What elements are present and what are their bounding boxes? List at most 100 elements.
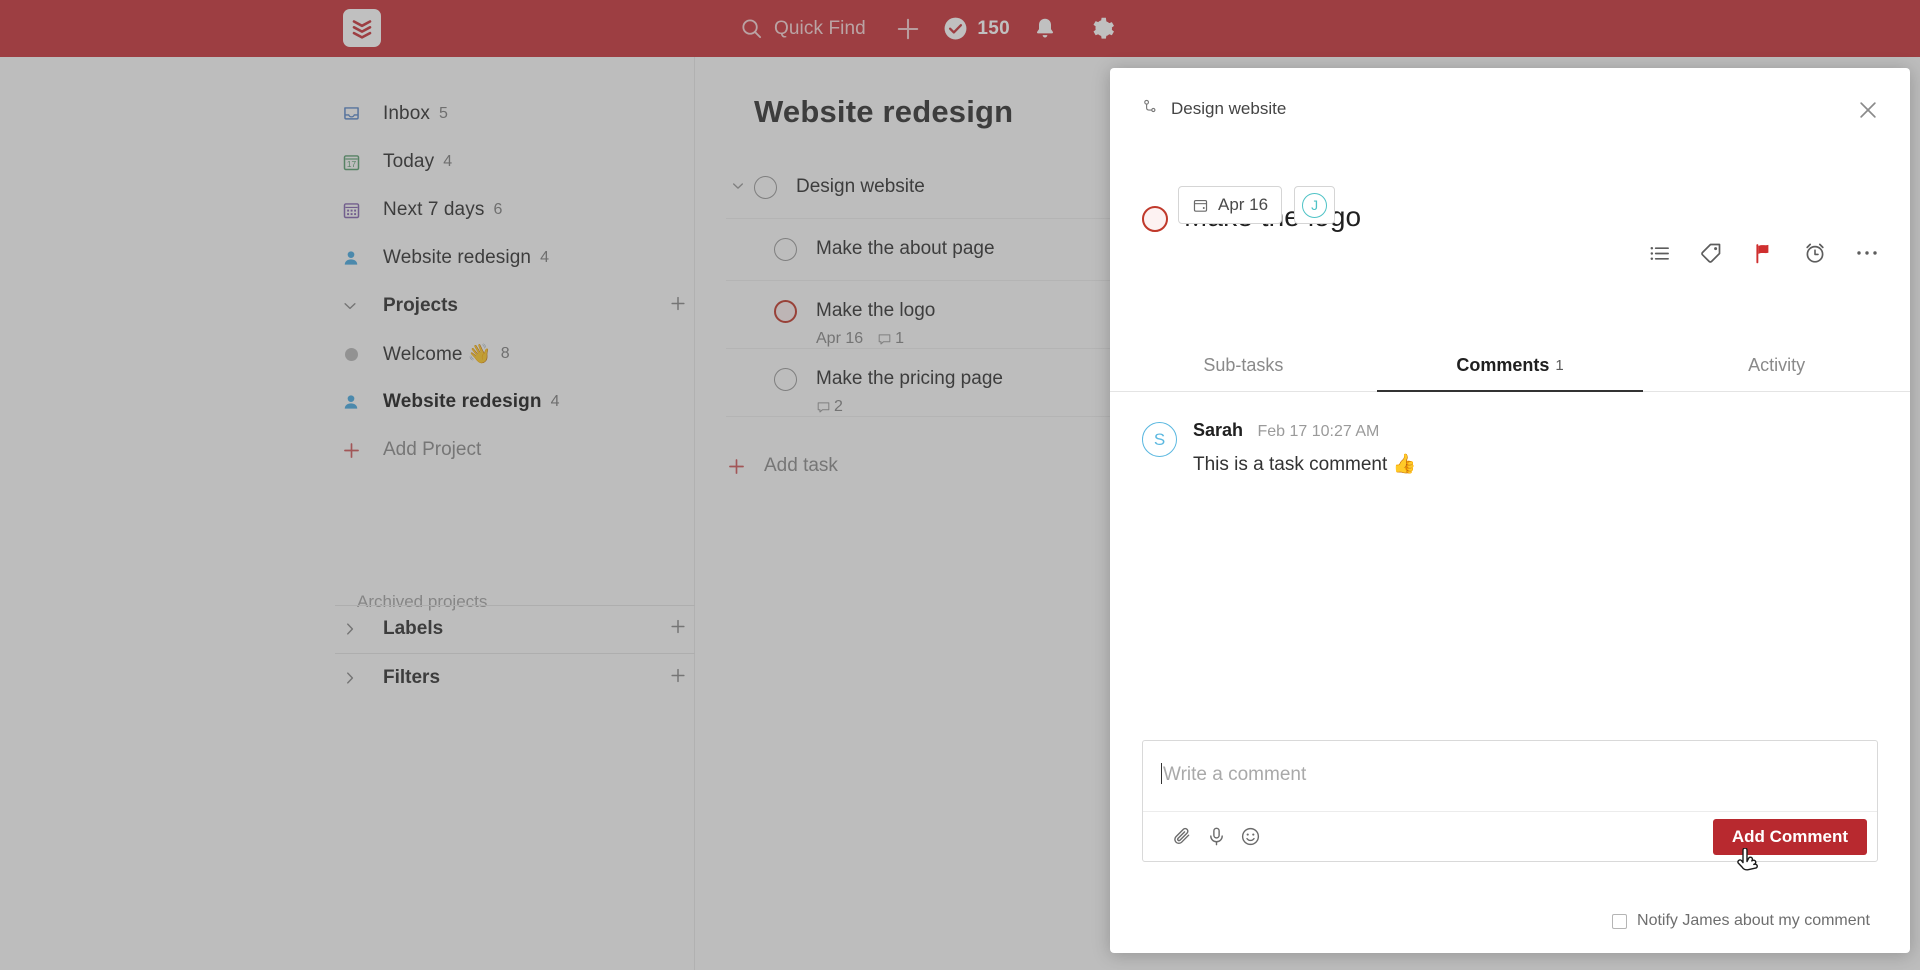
comment-text: This is a task comment 👍 (1193, 454, 1417, 475)
add-project-button[interactable]: Add Project (335, 426, 695, 474)
project-dot-icon (341, 342, 371, 366)
close-icon[interactable] (1853, 95, 1883, 125)
sidebar-item-website-redesign-shared[interactable]: Website redesign 4 (335, 234, 695, 282)
todoist-logo[interactable] (343, 9, 381, 47)
sidebar-section-title-projects: Projects (383, 295, 458, 316)
chevron-right-icon (341, 620, 371, 638)
sidebar-section-filters[interactable]: Filters (335, 654, 695, 702)
more-ellipsis-icon[interactable] (1854, 240, 1880, 266)
flag-icon[interactable] (1750, 240, 1776, 266)
tag-icon[interactable] (1698, 240, 1724, 266)
tab-label-comments: Comments (1456, 355, 1550, 375)
inbox-icon (341, 102, 371, 126)
sidebar-section-projects[interactable]: Projects (335, 282, 695, 330)
task-name: Make the pricing page (816, 368, 1003, 389)
calendar-icon (1193, 199, 1208, 212)
tab-activity[interactable]: Activity (1643, 340, 1910, 391)
sidebar: Inbox 5 17 Today 4 Next 7 days 6 Website… (0, 57, 695, 970)
sidebar-item-today[interactable]: 17 Today 4 (335, 138, 695, 186)
comment-icon (878, 333, 891, 344)
paperclip-icon[interactable] (1165, 820, 1199, 854)
chevron-down-icon (341, 297, 371, 315)
microphone-icon[interactable] (1199, 820, 1233, 854)
task-checkbox[interactable] (754, 176, 777, 199)
sub-task-list-icon[interactable] (1646, 240, 1672, 266)
breadcrumb[interactable]: Design website (1142, 98, 1286, 120)
sidebar-item-inbox[interactable]: Inbox 5 (335, 90, 695, 138)
sidebar-label-website-redesign: Website redesign (383, 391, 542, 412)
chevron-down-icon[interactable] (726, 178, 750, 194)
person-icon (341, 246, 371, 270)
todoist-logo-icon (352, 20, 372, 39)
notify-checkbox[interactable] (1612, 913, 1628, 929)
sidebar-label-welcome: Welcome 👋 (383, 344, 492, 365)
due-date-pill[interactable]: Apr 16 (1178, 186, 1283, 224)
add-task-row[interactable]: Add task (726, 455, 838, 477)
comment-timestamp: Feb 17 10:27 AM (1257, 423, 1380, 440)
task-attribute-pills: Apr 16 J (1178, 186, 1336, 224)
task-due-date: Apr 16 (816, 330, 864, 347)
add-task-button[interactable] (879, 0, 937, 57)
sidebar-section-labels[interactable]: Labels (335, 605, 695, 653)
add-filter-plus-icon[interactable] (668, 666, 688, 691)
sidebar-label-today: Today (383, 151, 435, 172)
task-checkbox[interactable] (774, 300, 797, 323)
notify-checkbox-row[interactable]: Notify James about my comment (1612, 912, 1870, 930)
comment-input[interactable]: Write a comment (1143, 741, 1877, 813)
quick-find-button[interactable]: Quick Find (740, 0, 866, 57)
top-bar: Quick Find 150 (0, 0, 1920, 57)
search-icon (742, 19, 762, 39)
sub-task-branch-icon (1142, 98, 1159, 120)
page-title: Website redesign (754, 94, 1014, 129)
task-comment-count: 2 (816, 398, 843, 416)
task-checkbox[interactable] (774, 368, 797, 391)
sidebar-item-next-7-days[interactable]: Next 7 days 6 (335, 186, 695, 234)
detail-tabs: Sub-tasks Comments 1 Activity (1110, 340, 1910, 392)
task-comment-count: 1 (877, 330, 904, 348)
task-action-icons (1646, 240, 1880, 266)
sidebar-label-website-redesign-shared: Website redesign (383, 247, 532, 268)
alarm-clock-icon[interactable] (1802, 240, 1828, 266)
task-name: Make the logo (816, 300, 936, 321)
add-project-plus-icon[interactable] (668, 294, 688, 319)
plus-icon (898, 18, 919, 39)
add-task-label: Add task (764, 455, 838, 476)
next-7-days-icon (341, 198, 371, 222)
notify-label: Notify James about my comment (1637, 912, 1870, 929)
sidebar-count-inbox: 5 (438, 105, 448, 122)
person-icon (341, 390, 371, 414)
sidebar-label-inbox: Inbox (383, 103, 430, 124)
today-calendar-icon: 17 (341, 150, 371, 174)
emoji-icon[interactable] (1233, 820, 1267, 854)
tab-comments[interactable]: Comments 1 (1376, 340, 1644, 392)
sidebar-count-website-redesign: 4 (550, 393, 560, 410)
composer-toolbar: Add Comment (1143, 811, 1877, 861)
tab-label-sub-tasks: Sub-tasks (1203, 355, 1284, 375)
quick-find-label: Quick Find (774, 17, 866, 39)
sidebar-count-today: 4 (443, 153, 453, 170)
add-comment-button[interactable]: Add Comment (1712, 818, 1867, 855)
comment-placeholder: Write a comment (1163, 764, 1307, 785)
sidebar-project-welcome[interactable]: Welcome 👋 8 (335, 330, 695, 378)
breadcrumb-label: Design website (1171, 99, 1287, 118)
plus-icon (729, 458, 744, 474)
chevron-right-icon (341, 669, 371, 687)
task-checkbox[interactable] (774, 238, 797, 261)
bell-icon (1037, 18, 1053, 38)
sidebar-labels-filters: Labels Filters (335, 605, 695, 702)
sidebar-project-website-redesign[interactable]: Website redesign 4 (335, 378, 695, 426)
assignee-pill[interactable]: J (1294, 186, 1336, 224)
karma-button[interactable]: 150 (937, 0, 1016, 57)
top-bar-actions: 150 (879, 0, 1132, 57)
avatar: S (1142, 422, 1177, 457)
settings-button[interactable] (1074, 0, 1132, 57)
avatar: J (1302, 192, 1328, 218)
add-label-plus-icon[interactable] (668, 617, 688, 642)
task-complete-checkbox[interactable] (1142, 206, 1168, 232)
notifications-button[interactable] (1016, 0, 1074, 57)
tab-sub-tasks[interactable]: Sub-tasks (1110, 340, 1377, 391)
comments-list: S Sarah Feb 17 10:27 AM This is a task c… (1110, 392, 1910, 792)
karma-count: 150 (977, 17, 1010, 39)
task-name: Make the about page (816, 238, 995, 259)
check-circle-icon (944, 17, 967, 40)
